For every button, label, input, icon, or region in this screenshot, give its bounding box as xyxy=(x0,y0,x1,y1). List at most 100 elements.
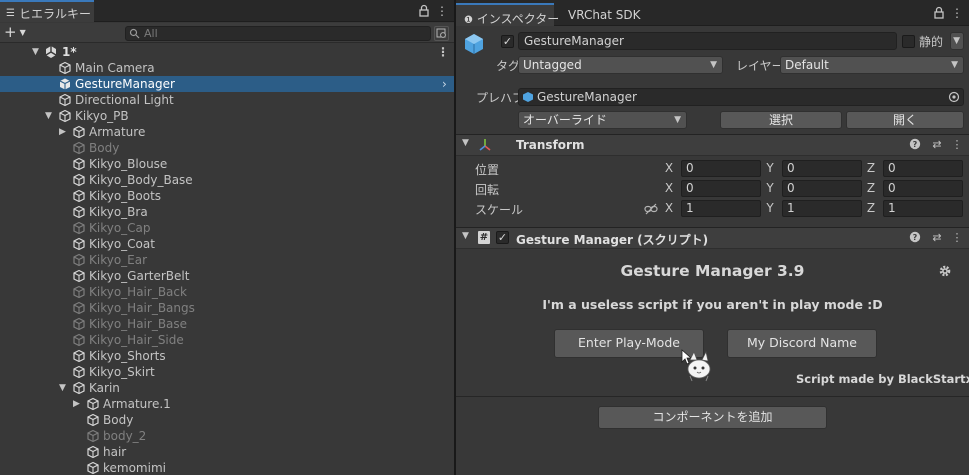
layer-dropdown[interactable]: Default ▼ xyxy=(780,56,964,74)
axis-label[interactable]: Y xyxy=(765,161,775,175)
expand-arrow-icon[interactable]: ▼ xyxy=(45,108,52,124)
tab-hierarchy-label: ヒエラルキー xyxy=(18,7,91,21)
lock-icon[interactable] xyxy=(417,4,431,18)
hierarchy-item[interactable]: Kikyo_Bra xyxy=(0,204,454,220)
lock-icon[interactable] xyxy=(932,6,946,20)
hierarchy-item[interactable]: Kikyo_Ear xyxy=(0,252,454,268)
search-input[interactable]: All xyxy=(125,26,431,41)
help-icon[interactable]: ? xyxy=(909,231,923,245)
chevron-right-icon[interactable]: › xyxy=(442,76,447,92)
open-button[interactable]: 開く xyxy=(846,111,964,129)
hierarchy-item[interactable]: hair xyxy=(0,444,454,460)
static-checkbox[interactable] xyxy=(902,35,915,48)
scene-name: 1* xyxy=(62,45,77,59)
field-value: 0 xyxy=(888,181,896,195)
scale-y-field[interactable]: 1 xyxy=(782,200,862,217)
info-icon: ❶ xyxy=(464,15,473,26)
hierarchy-item-label: Kikyo_Hair_Back xyxy=(89,285,187,299)
position-z-field[interactable]: 0 xyxy=(883,160,963,177)
hierarchy-item[interactable]: kemomimi xyxy=(0,460,454,475)
add-button[interactable]: + ▼ xyxy=(4,24,30,41)
scale-x-field[interactable]: 1 xyxy=(681,200,761,217)
hierarchy-item-label: Kikyo_Hair_Bangs xyxy=(89,301,195,315)
hierarchy-item[interactable]: Kikyo_GarterBelt xyxy=(0,268,454,284)
select-button[interactable]: 選択 xyxy=(720,111,842,129)
tag-dropdown[interactable]: Untagged ▼ xyxy=(518,56,723,74)
hierarchy-item[interactable]: Main Camera xyxy=(0,60,454,76)
component-enabled-checkbox[interactable]: ✓ xyxy=(496,231,509,244)
hierarchy-item[interactable]: Kikyo_Skirt xyxy=(0,364,454,380)
hierarchy-item[interactable]: Kikyo_Body_Base xyxy=(0,172,454,188)
hierarchy-item[interactable]: Kikyo_Blouse xyxy=(0,156,454,172)
rotation-z-field[interactable]: 0 xyxy=(883,180,963,197)
hierarchy-item[interactable]: Kikyo_Hair_Base xyxy=(0,316,454,332)
settings-gear-icon[interactable] xyxy=(938,264,952,278)
hierarchy-item[interactable]: ▶ Armature.1 xyxy=(0,396,454,412)
hierarchy-item[interactable]: Kikyo_Hair_Side xyxy=(0,332,454,348)
component-menu-icon[interactable]: ⋮ xyxy=(950,231,964,245)
hierarchy-item[interactable]: Kikyo_Shorts xyxy=(0,348,454,364)
position-x-field[interactable]: 0 xyxy=(681,160,761,177)
axis-label[interactable]: X xyxy=(664,201,674,215)
transform-header[interactable]: ▼ Transform ? ⇄ ⋮ xyxy=(456,134,969,156)
hierarchy-item[interactable]: Body xyxy=(0,140,454,156)
rotation-x-field[interactable]: 0 xyxy=(681,180,761,197)
scale-z-field[interactable]: 1 xyxy=(883,200,963,217)
hierarchy-item[interactable]: Kikyo_Cap xyxy=(0,220,454,236)
hierarchy-item[interactable]: ▼ Kikyo_PB xyxy=(0,108,454,124)
hierarchy-item[interactable]: ▼ Karin xyxy=(0,380,454,396)
scene-menu-icon[interactable]: ⋮ xyxy=(437,44,449,60)
hierarchy-item[interactable]: body_2 xyxy=(0,428,454,444)
hierarchy-item[interactable]: Kikyo_Boots xyxy=(0,188,454,204)
position-y-field[interactable]: 0 xyxy=(782,160,862,177)
axis-label[interactable]: Z xyxy=(866,161,876,175)
kebab-menu-icon[interactable]: ⋮ xyxy=(950,6,964,20)
tab-hierarchy[interactable]: ☰ ヒエラルキー xyxy=(0,0,94,22)
rotation-y-field[interactable]: 0 xyxy=(782,180,862,197)
gameobject-icon xyxy=(86,445,100,459)
help-icon[interactable]: ? xyxy=(909,138,923,152)
presets-icon[interactable]: ⇄ xyxy=(930,138,944,152)
hierarchy-item[interactable]: GestureManager › xyxy=(0,76,454,92)
scene-visibility-icon[interactable] xyxy=(434,26,449,41)
discord-name-button[interactable]: My Discord Name xyxy=(727,329,877,358)
hierarchy-item[interactable]: Kikyo_Hair_Bangs xyxy=(0,300,454,316)
overrides-dropdown[interactable]: オーバーライド ▼ xyxy=(518,111,687,129)
gesture-manager-header[interactable]: ▼ # ✓ Gesture Manager (スクリプト) ? ⇄ ⋮ xyxy=(456,227,969,249)
active-checkbox[interactable]: ✓ xyxy=(501,35,514,48)
static-dropdown[interactable]: ▼ xyxy=(950,32,964,50)
axis-label[interactable]: Y xyxy=(765,181,775,195)
axis-label[interactable]: Z xyxy=(866,181,876,195)
add-component-button[interactable]: コンポーネントを追加 xyxy=(598,406,827,429)
hierarchy-item[interactable]: ▶ Armature xyxy=(0,124,454,140)
gameobject-icon xyxy=(72,141,86,155)
select-button-label: 選択 xyxy=(768,113,793,127)
axis-label[interactable]: X xyxy=(664,161,674,175)
collapse-arrow-icon[interactable]: ▶ xyxy=(59,124,66,140)
tab-vrchat-label: VRChat SDK xyxy=(568,8,641,22)
axis-label[interactable]: X xyxy=(664,181,674,195)
component-menu-icon[interactable]: ⋮ xyxy=(950,138,964,152)
scene-row[interactable]: ▼ 1* ⋮ xyxy=(0,44,454,60)
tag-value: Untagged xyxy=(523,58,582,72)
expand-arrow-icon[interactable]: ▼ xyxy=(462,138,469,148)
hierarchy-item[interactable]: Directional Light xyxy=(0,92,454,108)
hierarchy-item[interactable]: Body xyxy=(0,412,454,428)
kebab-menu-icon[interactable]: ⋮ xyxy=(435,4,449,18)
object-picker-icon[interactable] xyxy=(948,91,960,103)
tab-vrchat-sdk[interactable]: VRChat SDK xyxy=(560,3,649,26)
prefab-field[interactable]: GestureManager xyxy=(518,88,964,106)
axis-label[interactable]: Z xyxy=(866,201,876,215)
collapse-arrow-icon[interactable]: ▶ xyxy=(73,396,80,412)
axis-label[interactable]: Y xyxy=(765,201,775,215)
tab-inspector[interactable]: ❶ インスペクター xyxy=(456,3,559,26)
expand-arrow-icon[interactable]: ▼ xyxy=(462,231,469,241)
presets-icon[interactable]: ⇄ xyxy=(930,231,944,245)
object-name-field[interactable]: GestureManager xyxy=(518,32,897,50)
hierarchy-item[interactable]: Kikyo_Coat xyxy=(0,236,454,252)
expand-arrow-icon[interactable]: ▼ xyxy=(32,44,39,60)
field-value: 0 xyxy=(686,181,694,195)
constrain-proportions-icon[interactable] xyxy=(644,203,658,215)
expand-arrow-icon[interactable]: ▼ xyxy=(59,380,66,396)
hierarchy-item[interactable]: Kikyo_Hair_Back xyxy=(0,284,454,300)
